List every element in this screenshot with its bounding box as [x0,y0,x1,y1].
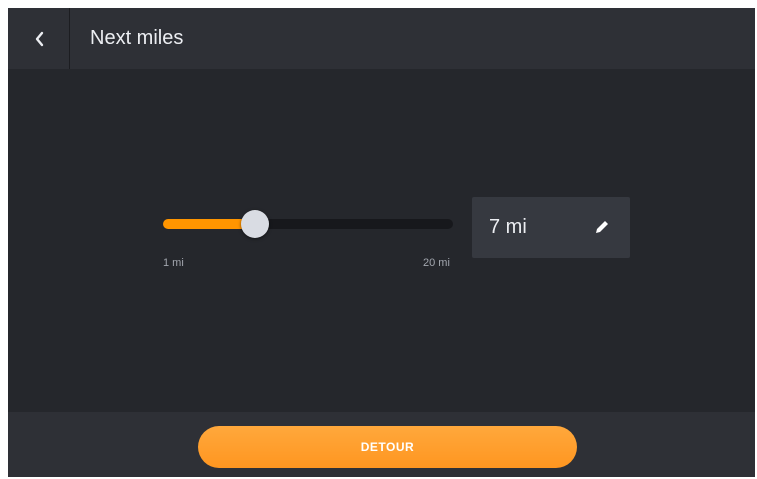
main-content: 1 mi 20 mi 7 mi [8,69,755,412]
detour-button-label: DETOUR [360,440,415,454]
header-divider [69,8,70,69]
distance-value: 7 mi [489,216,527,238]
back-button[interactable] [8,8,69,69]
distance-value-box[interactable]: 7 mi [472,197,630,258]
slider-thumb[interactable] [241,210,269,238]
page-title: Next miles [90,27,184,49]
distance-slider[interactable] [163,209,453,239]
pencil-icon[interactable] [592,217,612,237]
app-screen: Next miles 1 mi 20 mi 7 mi DETOUR [8,8,755,477]
footer-bar: DETOUR [8,412,755,477]
header-bar: Next miles [8,8,755,69]
chevron-left-icon [35,31,43,46]
slider-max-label: 20 mi [423,257,450,269]
slider-min-label: 1 mi [163,257,184,269]
detour-button[interactable]: DETOUR [198,426,577,468]
